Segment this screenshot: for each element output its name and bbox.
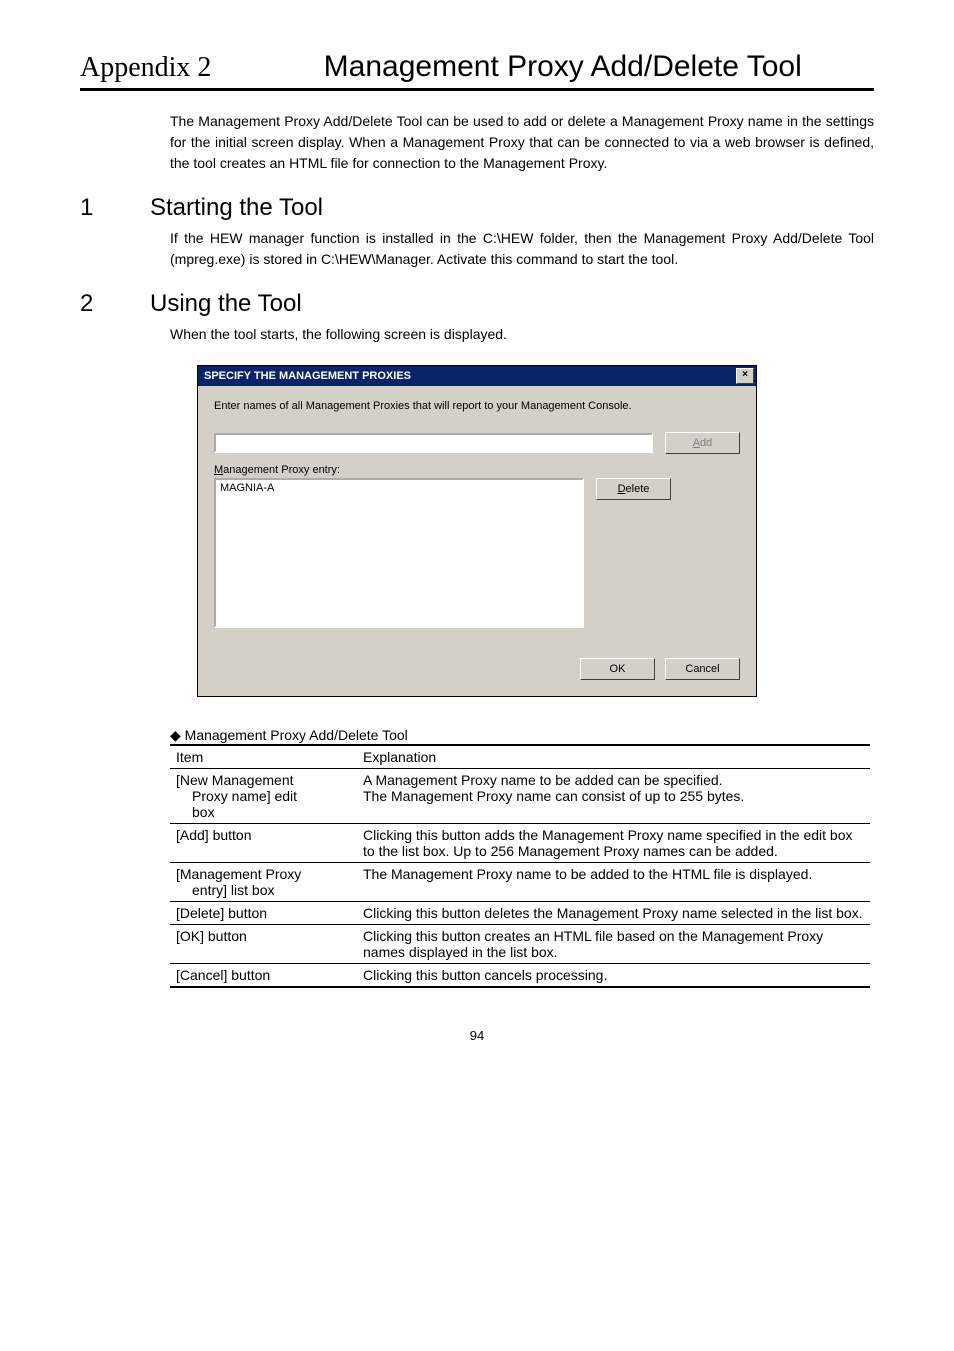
section-number: 2 [80, 290, 150, 318]
dialog-title: SPECIFY THE MANAGEMENT PROXIES [204, 370, 411, 382]
section-number: 1 [80, 194, 150, 222]
table-row: [Add] button Clicking this button adds t… [170, 824, 870, 863]
table-row: [Management Proxy entry] list box The Ma… [170, 863, 870, 902]
table-row: [New Management Proxy name] edit box A M… [170, 769, 870, 824]
table-row: [Cancel] button Clicking this button can… [170, 964, 870, 988]
explanation-table: Item Explanation [New Management Proxy n… [170, 744, 870, 988]
table-header-item: Item [170, 745, 357, 769]
dialog-instruction: Enter names of all Management Proxies th… [214, 400, 740, 412]
ok-button[interactable]: OK [580, 658, 655, 680]
appendix-label: Appendix 2 [80, 52, 211, 84]
proxy-entry-listbox[interactable]: MAGNIA-A [214, 478, 584, 628]
section-1-heading: 1 Starting the Tool [80, 194, 874, 222]
proxy-name-input[interactable] [214, 433, 653, 453]
table-header-explanation: Explanation [357, 745, 870, 769]
table-caption: ◆ Management Proxy Add/Delete Tool [170, 727, 874, 744]
page-title: Management Proxy Add/Delete Tool [251, 50, 874, 84]
page-number: 94 [80, 1028, 874, 1043]
listbox-label: Management Proxy entry: [214, 464, 740, 476]
section-2-text: When the tool starts, the following scre… [170, 324, 874, 345]
dialog-titlebar[interactable]: SPECIFY THE MANAGEMENT PROXIES × [198, 366, 756, 386]
dialog-body: Enter names of all Management Proxies th… [198, 386, 756, 696]
table-row: [Delete] button Clicking this button del… [170, 902, 870, 925]
add-button[interactable]: Add [665, 432, 740, 454]
intro-paragraph: The Management Proxy Add/Delete Tool can… [170, 111, 874, 174]
section-1-text: If the HEW manager function is installed… [170, 228, 874, 270]
table-row: [OK] button Clicking this button creates… [170, 925, 870, 964]
list-item[interactable]: MAGNIA-A [220, 482, 578, 494]
section-2-heading: 2 Using the Tool [80, 290, 874, 318]
delete-button[interactable]: Delete [596, 478, 671, 500]
close-icon[interactable]: × [736, 368, 754, 384]
section-title: Starting the Tool [150, 194, 323, 222]
page-title-row: Appendix 2 Management Proxy Add/Delete T… [80, 50, 874, 91]
cancel-button[interactable]: Cancel [665, 658, 740, 680]
dialog-window: SPECIFY THE MANAGEMENT PROXIES × Enter n… [197, 365, 757, 697]
section-title: Using the Tool [150, 290, 302, 318]
